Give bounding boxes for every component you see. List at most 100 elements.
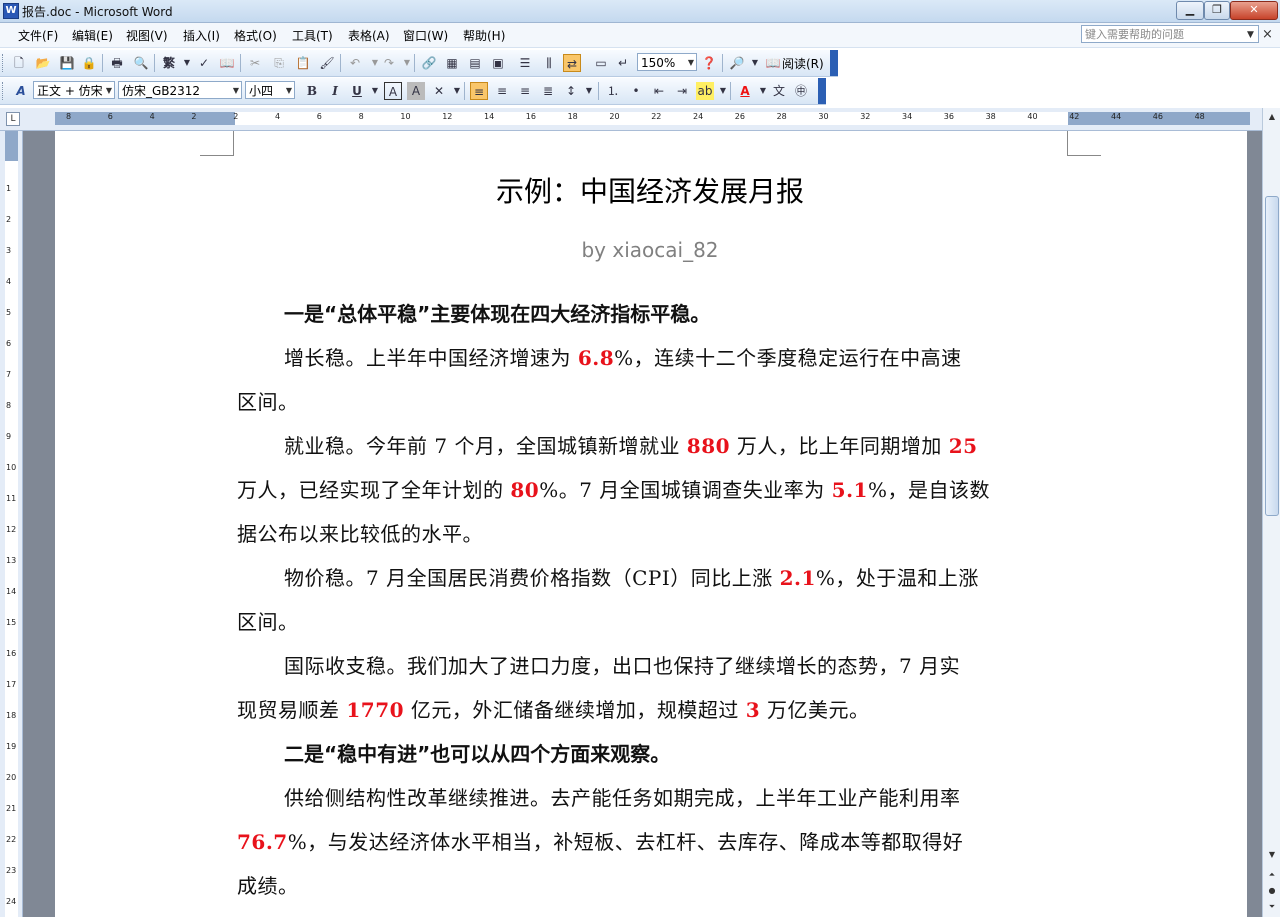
tab-selector[interactable]: L [6,112,20,126]
bullets-icon[interactable]: • [627,82,645,100]
cut-icon[interactable]: ✂ [246,54,264,72]
horizontal-ruler[interactable]: L 8 6 4 2 2 4 6 8 10 12 14 16 18 20 22 24 26 28 30 32 34 36 38… [0,108,1280,131]
enclose-characters-icon[interactable]: ㊥ [792,82,810,100]
browse-object-icon[interactable]: ● [1265,884,1279,898]
text-line: 供给侧结构性改革继续推进。去产能任务如期完成，上半年工业产能利用率 [284,782,1067,811]
word-app-icon[interactable]: W [3,3,19,19]
vruler-number: 12 [6,525,17,534]
character-shading-icon[interactable]: A [407,82,425,100]
insert-table-icon[interactable]: ▤ [466,54,484,72]
line-spacing-icon[interactable]: ↕ [562,82,580,100]
vertical-scrollbar[interactable]: ▲ ▼ ⏶ ● ⏷ [1262,108,1280,917]
line-spacing-dropdown-icon[interactable]: ▼ [580,82,598,100]
increase-indent-icon[interactable]: ⇥ [673,82,691,100]
align-right-icon[interactable]: ≡ [516,82,534,100]
magnifier-dropdown-icon[interactable]: ▼ [746,54,764,72]
decrease-indent-icon[interactable]: ⇤ [650,82,668,100]
toolbar-options-icon[interactable] [830,50,838,76]
open-folder-icon[interactable]: 📂 [34,54,52,72]
highlight-icon[interactable]: ab [696,82,714,100]
help-search-input[interactable]: 键入需要帮助的问题 [1081,25,1259,43]
restore-button[interactable]: ❐ [1204,1,1230,20]
read-icon[interactable]: 📖 [764,54,782,72]
vruler-number: 9 [6,432,12,441]
show-hide-icon[interactable]: ▭ [592,54,610,72]
menu-help[interactable]: 帮助(H) [463,27,505,44]
paste-icon[interactable]: 📋 [294,54,312,72]
minimize-button[interactable]: ▁ [1176,1,1204,20]
character-scale-icon[interactable]: ✕ [430,82,448,100]
phonetic-guide-icon[interactable]: 文 [770,82,788,100]
insert-excel-icon[interactable]: ▣ [489,54,507,72]
text-line: 二是“稳中有进”也可以从四个方面来观察。 [284,738,1067,767]
italic-button[interactable]: I [326,82,344,100]
paragraph-mark-icon[interactable]: ↵ [614,54,632,72]
print-icon[interactable]: 🖶 [108,54,126,72]
bold-button[interactable]: B [303,82,321,100]
hyperlink-icon[interactable]: 🔗 [420,54,438,72]
read-button[interactable]: 阅读(R) [782,55,824,72]
standard-toolbar: 🗋 📂 💾 🔒 🖶 🔍 繁 ▼ ✓ 📖 ✂ ⎘ 📋 🖌 ↶ ▼ ↷ ▼ 🔗 ▦ … [0,50,838,77]
align-center-icon[interactable]: ≡ [493,82,511,100]
spelling-icon[interactable]: ✓ [195,54,213,72]
menu-window[interactable]: 窗口(W) [403,27,448,44]
zoom-dropdown-icon[interactable]: ▼ [688,54,694,72]
magnifier-icon[interactable]: 🔎 [728,54,746,72]
permission-icon[interactable]: 🔒 [80,54,98,72]
numbering-icon[interactable]: ⒈ [604,82,622,100]
font-dropdown-icon[interactable]: ▼ [233,82,239,100]
character-border-icon[interactable]: A [384,82,402,100]
scroll-up-icon[interactable]: ▲ [1265,110,1279,124]
close-document-icon[interactable]: × [1262,27,1273,42]
distributed-icon[interactable]: ≣ [539,82,557,100]
zoom-combo[interactable]: 150% ▼ [637,53,697,71]
menu-insert[interactable]: 插入(I) [183,27,220,44]
traditional-dropdown-icon[interactable]: ▼ [178,54,196,72]
research-icon[interactable]: 📖 [218,54,236,72]
underline-dropdown-icon[interactable]: ▼ [366,82,384,100]
copy-icon[interactable]: ⎘ [270,54,288,72]
print-preview-icon[interactable]: 🔍 [132,54,150,72]
format-painter-icon[interactable]: 🖌 [318,54,336,72]
style-combo[interactable]: 正文 + 仿宋 ▼ [33,81,115,99]
traditional-chinese-button[interactable]: 繁 [160,54,178,72]
underline-button[interactable]: U [348,82,366,100]
ruler-number: 8 [66,112,72,121]
menu-tools[interactable]: 工具(T) [292,27,333,44]
justify-icon[interactable]: ≡ [470,82,488,100]
vruler-number: 22 [6,835,17,844]
redo-icon[interactable]: ↷ [380,54,398,72]
drawing-icon[interactable]: ⫼ [540,54,558,72]
previous-page-icon[interactable]: ⏶ [1265,868,1279,882]
tables-borders-icon[interactable]: ▦ [443,54,461,72]
font-color-icon[interactable]: A [736,82,754,100]
vertical-ruler[interactable]: 1 2 3 4 5 6 7 8 9 10 11 12 13 14 15 16 17 18 19 20 21 22 23 24 [0,131,23,917]
menu-view[interactable]: 视图(V) [126,27,168,44]
menu-edit[interactable]: 编辑(E) [72,27,113,44]
toolbar-options-icon[interactable] [818,78,826,104]
vruler-number: 21 [6,804,17,813]
font-size-dropdown-icon[interactable]: ▼ [286,82,292,100]
next-page-icon[interactable]: ⏷ [1265,900,1279,914]
save-icon[interactable]: 💾 [58,54,76,72]
new-document-icon[interactable]: 🗋 [10,54,28,72]
highlighted-number: 1770 [346,698,405,722]
undo-icon[interactable]: ↶ [346,54,364,72]
help-icon[interactable]: ❓ [700,54,718,72]
close-button[interactable]: ✕ [1230,1,1278,20]
vruler-number: 16 [6,649,17,658]
document-map-icon[interactable]: ⇄ [563,54,581,72]
help-dropdown-icon[interactable]: ▼ [1247,30,1254,40]
scroll-thumb[interactable] [1265,196,1279,516]
menu-format[interactable]: 格式(O) [234,27,277,44]
menu-file[interactable]: 文件(F) [18,27,58,44]
vruler-number: 3 [6,246,12,255]
font-size-combo[interactable]: 小四 ▼ [245,81,295,99]
columns-icon[interactable]: ☰ [516,54,534,72]
styles-formatting-icon[interactable]: A [12,82,30,100]
title-bar: W 报告.doc - Microsoft Word ▁ ❐ ✕ [0,0,1280,23]
scroll-down-icon[interactable]: ▼ [1265,848,1279,862]
menu-table[interactable]: 表格(A) [348,27,390,44]
style-dropdown-icon[interactable]: ▼ [106,82,112,100]
font-combo[interactable]: 仿宋_GB2312 ▼ [118,81,242,99]
